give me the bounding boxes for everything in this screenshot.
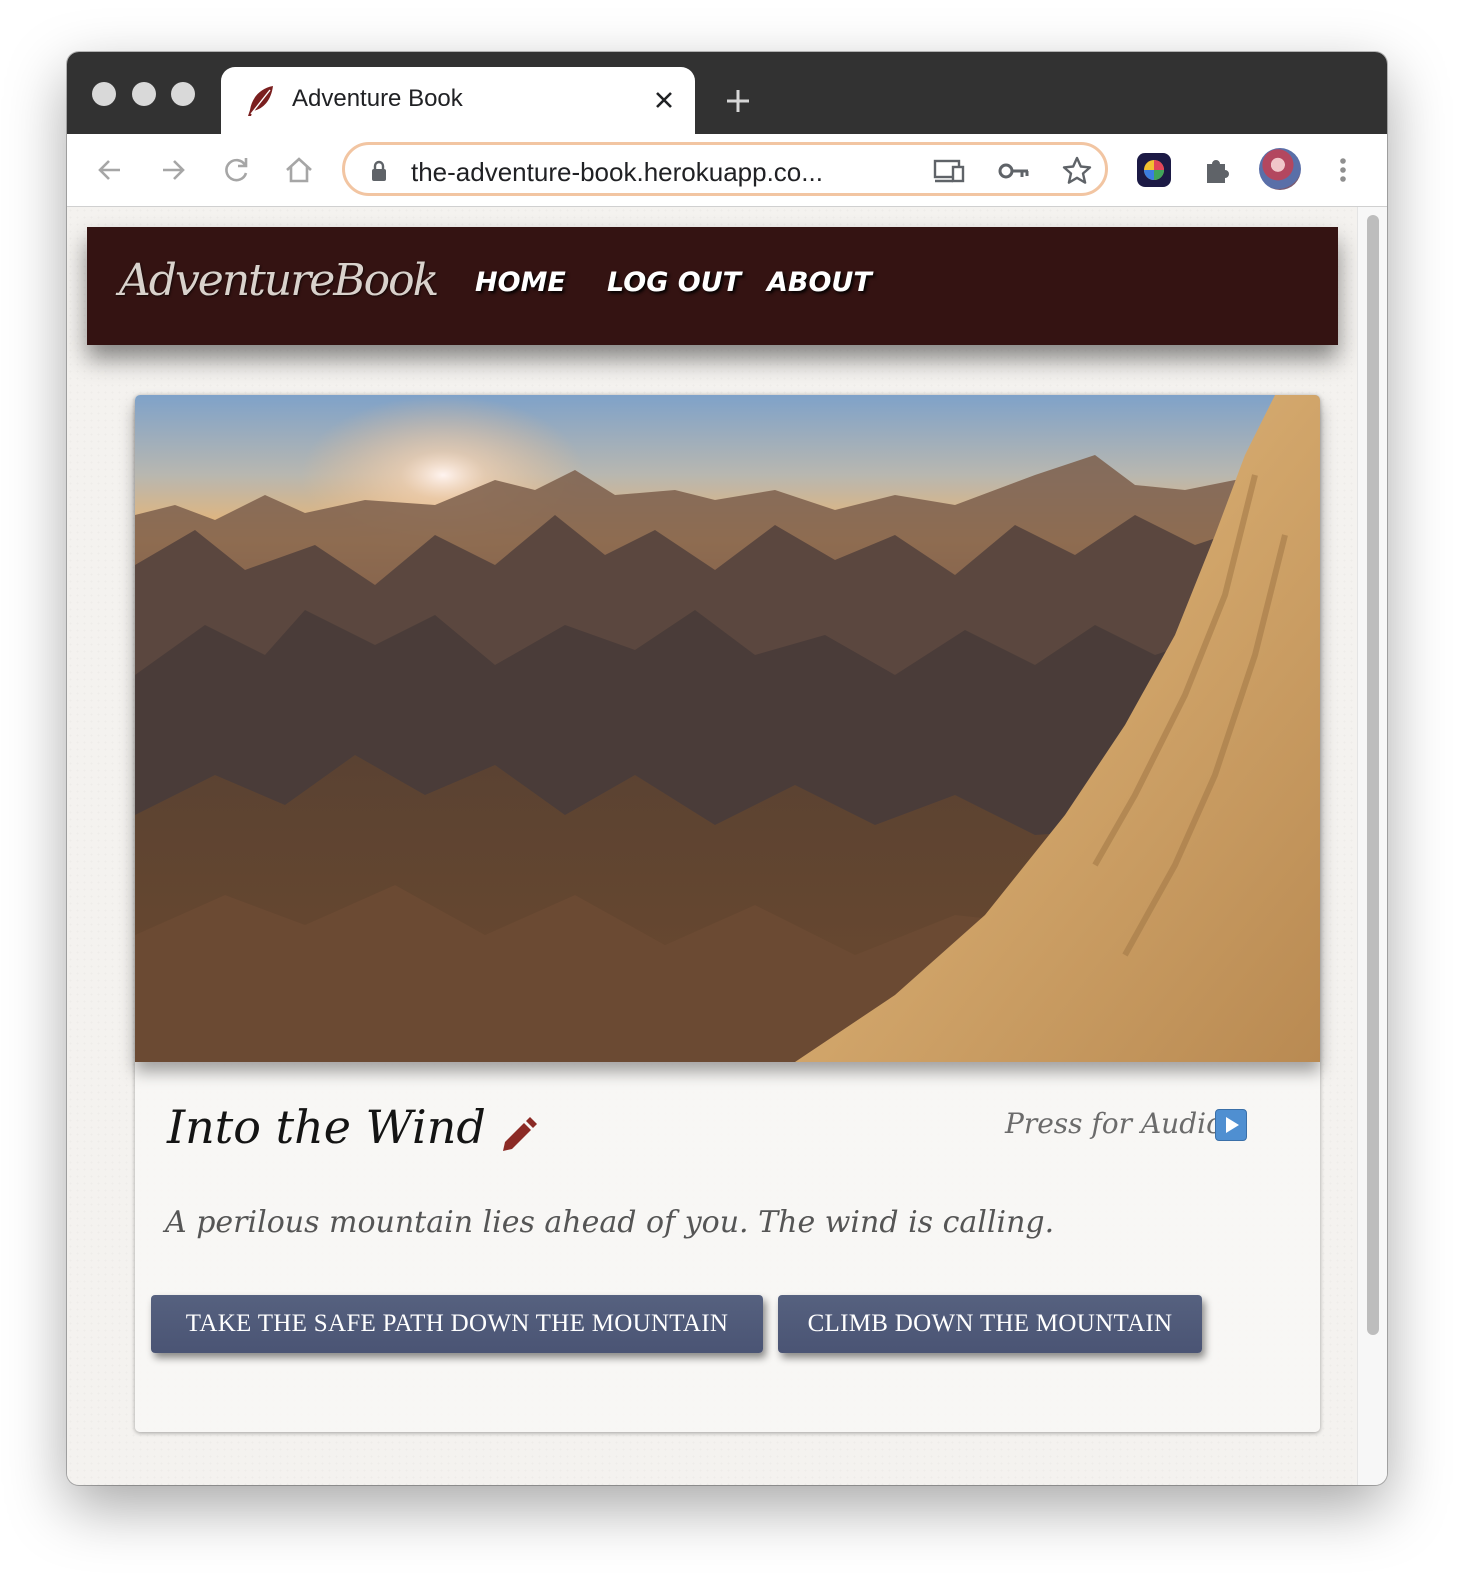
page-viewport: AdventureBook HOME LOG OUT ABOUT Into th… — [67, 207, 1357, 1485]
device-icon[interactable] — [933, 157, 967, 185]
play-icon — [1226, 1117, 1239, 1133]
browser-toolbar: the-adventure-book.herokuapp.co... — [67, 134, 1387, 207]
profile-avatar[interactable] — [1259, 148, 1301, 190]
close-window-button[interactable] — [92, 82, 116, 106]
audio-label[interactable]: Press for Audio — [1005, 1107, 1223, 1140]
maximize-window-button[interactable] — [171, 82, 195, 106]
extensions-puzzle-icon[interactable] — [1199, 152, 1235, 188]
home-icon[interactable] — [281, 152, 317, 188]
play-audio-button[interactable] — [1215, 1109, 1247, 1141]
minimize-window-button[interactable] — [132, 82, 156, 106]
choice-button-climb-down[interactable]: CLIMB DOWN THE MOUNTAIN — [778, 1295, 1202, 1353]
nav-logout-link[interactable]: LOG OUT — [607, 267, 741, 298]
extension-colorwheel-icon[interactable] — [1135, 151, 1173, 189]
new-tab-icon[interactable] — [723, 86, 753, 116]
url-text[interactable]: the-adventure-book.herokuapp.co... — [411, 157, 823, 188]
back-icon[interactable] — [92, 152, 128, 188]
reload-icon[interactable] — [218, 152, 254, 188]
browser-window: Adventure Book the-adventure-book.heroku… — [67, 52, 1387, 1485]
choice-button-safe-path[interactable]: TAKE THE SAFE PATH DOWN THE MOUNTAIN — [151, 1295, 763, 1353]
story-image — [135, 395, 1320, 1062]
menu-kebab-icon[interactable] — [1325, 152, 1361, 188]
feather-icon — [248, 86, 273, 116]
scrollbar-thumb[interactable] — [1367, 215, 1379, 1335]
tab-title: Adventure Book — [292, 85, 463, 112]
browser-tab[interactable]: Adventure Book — [221, 67, 695, 134]
key-icon[interactable] — [997, 158, 1031, 184]
star-icon[interactable] — [1061, 155, 1093, 187]
nav-home-link[interactable]: HOME — [475, 267, 566, 298]
address-bar[interactable]: the-adventure-book.herokuapp.co... — [342, 142, 1108, 196]
story-description: A perilous mountain lies ahead of you. T… — [165, 1205, 1055, 1240]
pencil-icon[interactable] — [495, 1115, 539, 1159]
page-scrollbar[interactable] — [1357, 207, 1387, 1485]
nav-about-link[interactable]: ABOUT — [767, 267, 872, 298]
story-card: Into the Wind Press for Audio A perilous… — [135, 395, 1320, 1432]
tab-strip: Adventure Book — [67, 52, 1387, 134]
site-logo[interactable]: AdventureBook — [119, 255, 439, 306]
forward-icon[interactable] — [155, 152, 191, 188]
lock-icon[interactable] — [369, 160, 389, 182]
site-navbar: AdventureBook HOME LOG OUT ABOUT — [87, 227, 1338, 345]
story-title: Into the Wind — [167, 1100, 486, 1154]
close-tab-icon[interactable] — [651, 87, 677, 113]
